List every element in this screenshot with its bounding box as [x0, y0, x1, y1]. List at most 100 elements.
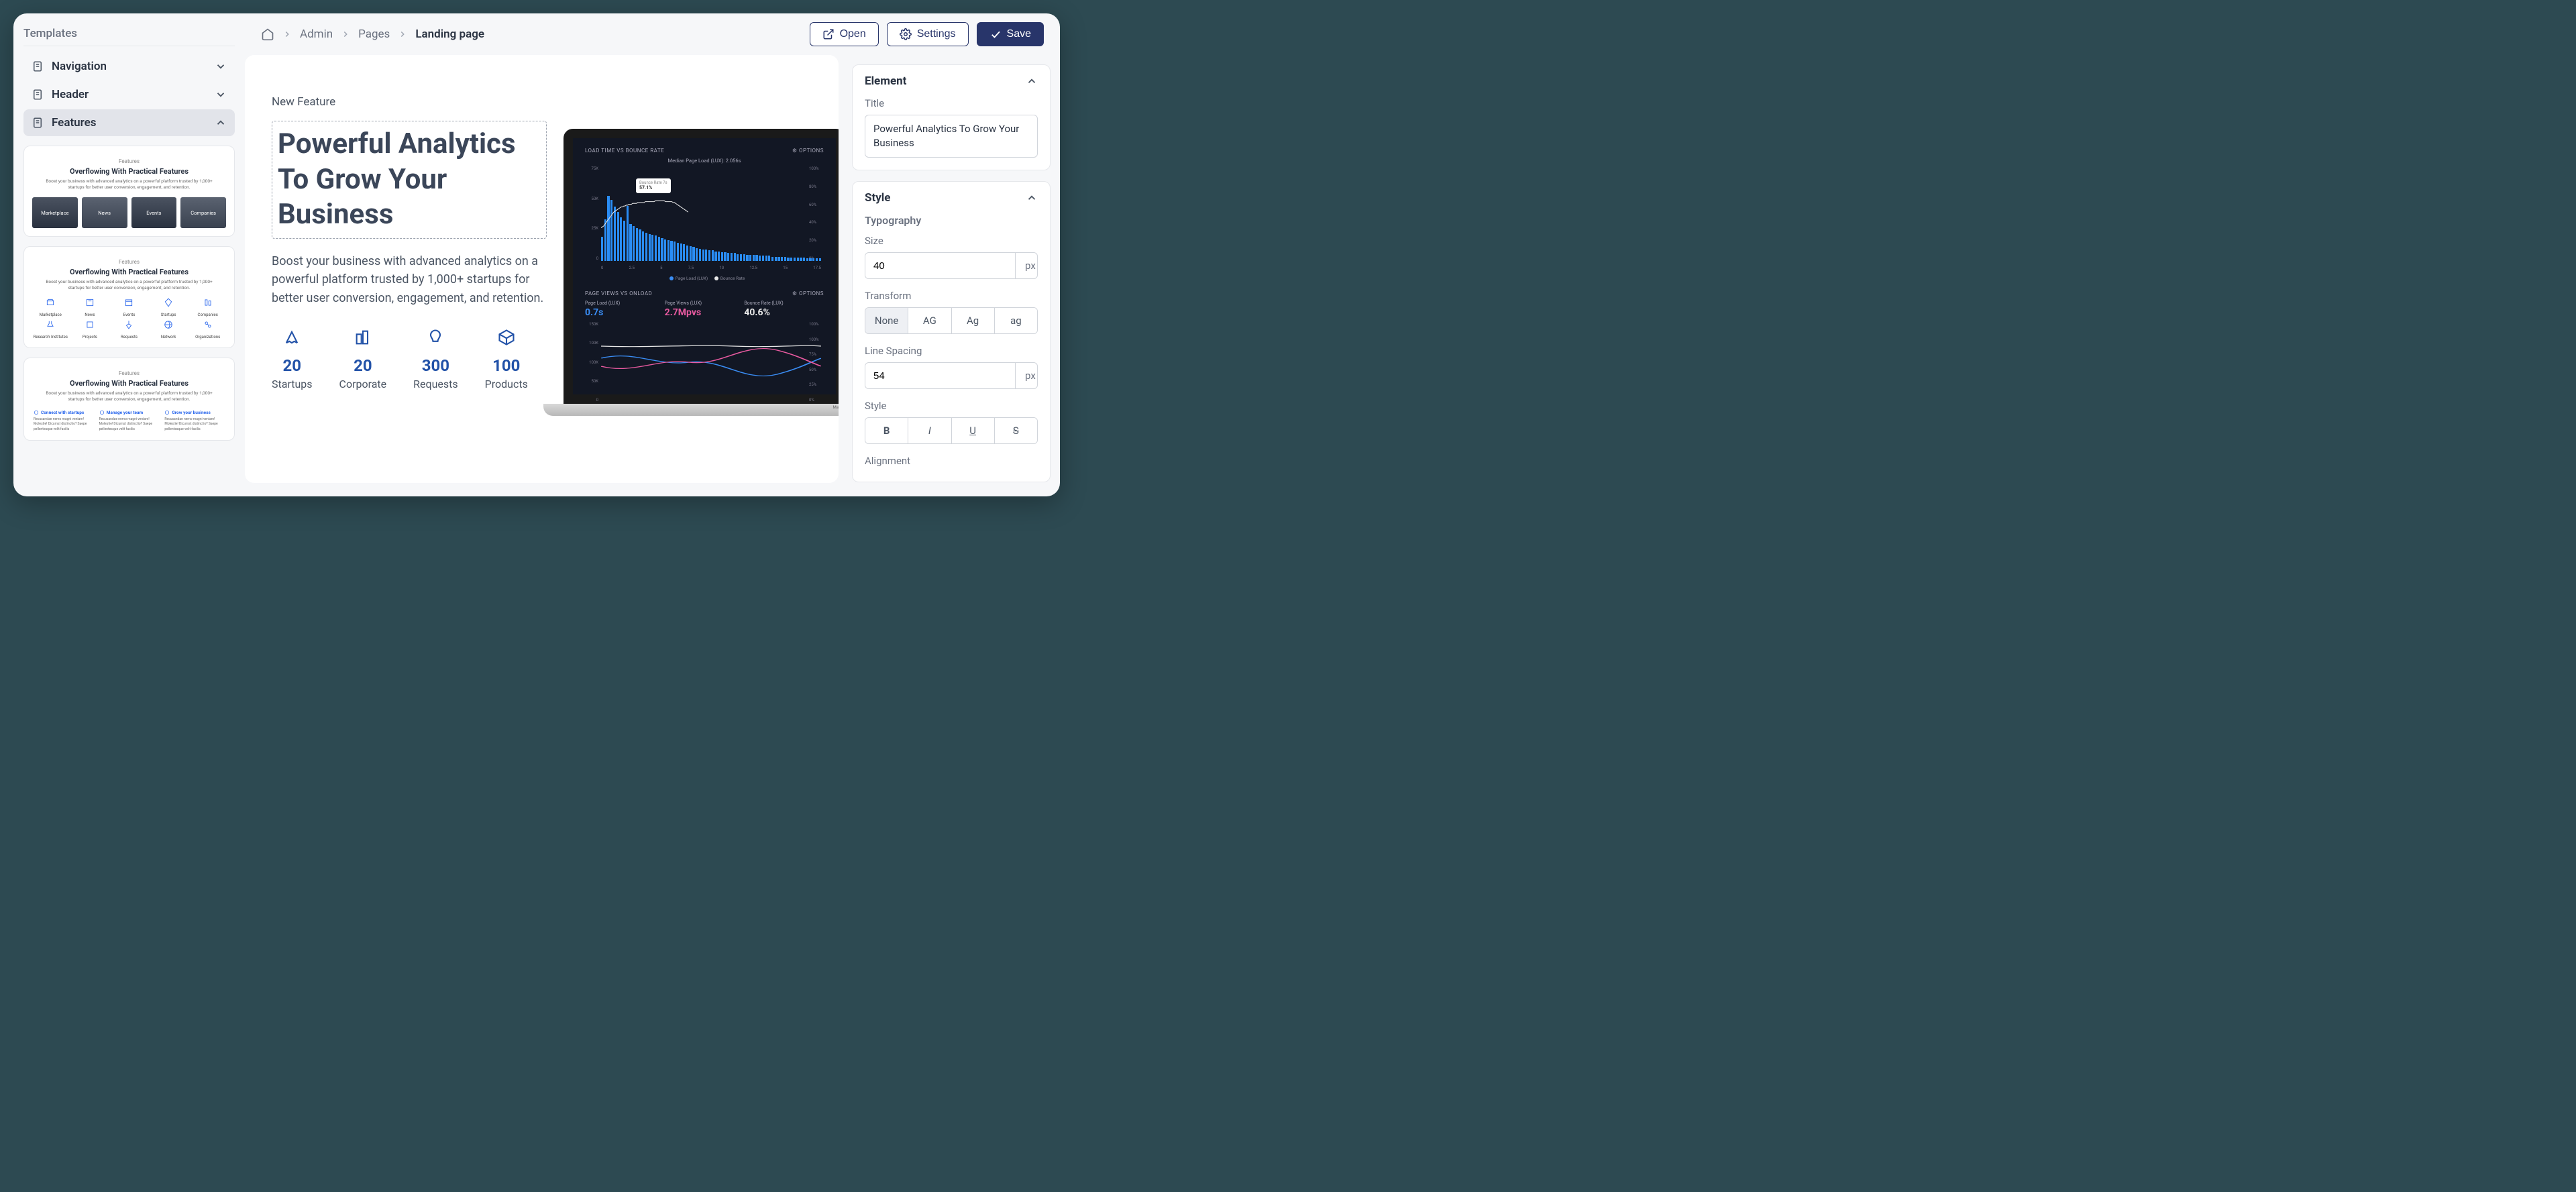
panel-title: Style	[865, 191, 890, 205]
template-icon-cell: Events	[111, 298, 148, 317]
section-label: Typography	[865, 214, 1038, 227]
sidebar-item-label: Header	[52, 88, 215, 101]
preview-tagline[interactable]: New Feature	[272, 95, 547, 109]
chevron-up-icon[interactable]	[1026, 75, 1038, 87]
home-icon[interactable]	[261, 28, 274, 41]
template-thumb: Events	[131, 197, 177, 228]
breadcrumb-item[interactable]: Pages	[358, 28, 390, 41]
field-label: Style	[865, 400, 1038, 412]
style-option[interactable]: I	[908, 418, 951, 443]
chevron-down-icon	[215, 60, 227, 72]
document-icon	[32, 60, 44, 72]
template-column: Grow your businessRecusandae nemo magni …	[164, 410, 225, 433]
chart-tooltip: Bounce Rate 7s 57.1%	[636, 178, 671, 193]
template-icon-cell: Startups	[150, 298, 187, 317]
template-icon-grid: MarketplaceNewsEventsStartupsCompaniesRe…	[30, 298, 229, 339]
template-category: Features	[30, 370, 229, 376]
template-icon-cell: Projects	[72, 320, 109, 339]
transform-option[interactable]: Ag	[951, 308, 994, 333]
transform-option[interactable]: ag	[994, 308, 1037, 333]
feature-icon	[124, 320, 133, 329]
template-card[interactable]: Features Overflowing With Practical Feat…	[23, 358, 235, 441]
chart-legend: Page Load (LUX) Bounce Rate	[585, 276, 824, 281]
feature-icon	[124, 298, 133, 307]
sidebar-title: Templates	[23, 27, 235, 46]
save-button[interactable]: Save	[977, 22, 1044, 46]
chevron-up-icon[interactable]	[1026, 192, 1038, 204]
size-value[interactable]	[865, 254, 1015, 278]
template-thumb: Companies	[180, 197, 226, 228]
stat-label: Requests	[413, 378, 458, 390]
template-icon-cell: News	[72, 298, 109, 317]
sidebar-item-navigation[interactable]: Navigation	[23, 53, 235, 80]
selected-element[interactable]: Powerful Analytics To Grow Your Business	[272, 121, 547, 239]
open-button[interactable]: Open	[810, 22, 879, 46]
feature-icon	[46, 298, 55, 307]
document-icon	[32, 117, 44, 129]
template-card[interactable]: Features Overflowing With Practical Feat…	[23, 146, 235, 237]
sidebar-item-label: Navigation	[52, 60, 215, 73]
chart-subtitle: Median Page Load (LUX): 2.056s	[585, 158, 824, 164]
style-option[interactable]: U	[951, 418, 994, 443]
chevron-right-icon	[341, 30, 350, 39]
stat-value: 100	[485, 356, 528, 375]
linespacing-value[interactable]	[865, 364, 1015, 388]
element-panel: Element Title Powerful Analytics To Grow…	[852, 64, 1051, 170]
template-thumb: Marketplace	[32, 197, 78, 228]
feature-icon	[46, 320, 55, 329]
button-label: Open	[840, 28, 866, 40]
chart-options: ⚙ OPTIONS	[792, 148, 824, 154]
stat-icon	[497, 328, 516, 347]
stat-item[interactable]: 20 Startups	[272, 328, 313, 390]
size-input[interactable]: px	[865, 252, 1038, 279]
template-image-row: Marketplace News Events Companies	[30, 197, 229, 228]
feature-icon	[203, 320, 213, 329]
template-desc: Boost your business with advanced analyt…	[30, 279, 229, 291]
feature-icon	[164, 298, 173, 307]
template-title: Overflowing With Practical Features	[30, 268, 229, 276]
template-columns: Connect with startupsRecusandae nemo mag…	[30, 410, 229, 433]
sidebar-item-header[interactable]: Header	[23, 81, 235, 108]
style-option[interactable]: B	[865, 418, 908, 443]
stat-value: 300	[413, 356, 458, 375]
template-card[interactable]: Features Overflowing With Practical Feat…	[23, 246, 235, 348]
transform-option[interactable]: None	[865, 308, 908, 333]
chevron-down-icon	[215, 89, 227, 101]
unit-label: px	[1015, 253, 1038, 278]
preview-headline: Powerful Analytics To Grow Your Business	[278, 127, 541, 233]
preview-subcopy[interactable]: Boost your business with advanced analyt…	[272, 252, 547, 309]
template-icon-cell: Network	[150, 320, 187, 339]
style-option[interactable]: S	[994, 418, 1037, 443]
preview-canvas[interactable]: New Feature Powerful Analytics To Grow Y…	[245, 55, 839, 483]
template-column: Manage your teamRecusandae nemo magni ve…	[99, 410, 160, 433]
unit-label: px	[1015, 363, 1038, 388]
stat-item[interactable]: 300 Requests	[413, 328, 458, 390]
template-title: Overflowing With Practical Features	[30, 167, 229, 176]
template-thumb: News	[82, 197, 127, 228]
stat-value: 20	[272, 356, 313, 375]
title-input[interactable]: Powerful Analytics To Grow Your Business	[865, 115, 1038, 158]
sidebar-item-features[interactable]: Features	[23, 109, 235, 136]
check-icon	[989, 28, 1002, 40]
linespacing-input[interactable]: px	[865, 362, 1038, 389]
field-label: Alignment	[865, 455, 1038, 467]
stat-label: Products	[485, 378, 528, 390]
external-link-icon	[822, 28, 835, 40]
field-label: Line Spacing	[865, 345, 1038, 357]
topbar: Admin Pages Landing page Open Settings S…	[245, 13, 1060, 55]
stat-item[interactable]: 20Corporate	[339, 328, 387, 390]
feature-icon	[85, 298, 95, 307]
document-icon	[32, 89, 44, 101]
transform-option[interactable]: AG	[908, 308, 951, 333]
field-label: Size	[865, 235, 1038, 247]
template-title: Overflowing With Practical Features	[30, 379, 229, 388]
field-label: Title	[865, 97, 1038, 109]
panel-title: Element	[865, 74, 906, 88]
breadcrumb-item[interactable]: Admin	[300, 28, 333, 41]
sidebar-item-label: Features	[52, 116, 215, 129]
stat-label: Startups	[272, 378, 313, 390]
stat-item[interactable]: 100 Products	[485, 328, 528, 390]
settings-button[interactable]: Settings	[887, 22, 969, 46]
chart-title: PAGE VIEWS VS ONLOAD	[585, 290, 652, 296]
chart-options: ⚙ OPTIONS	[792, 290, 824, 296]
